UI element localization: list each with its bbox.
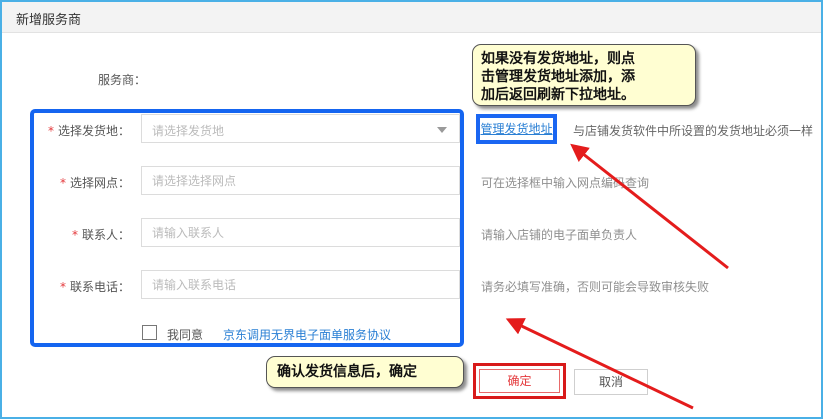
branch-input[interactable] [142,167,459,194]
agree-checkbox[interactable] [142,325,157,340]
ship-from-label: * 选择发货地： [30,122,130,139]
provider-label: 服务商： [97,73,146,87]
required-mark: * [47,124,54,138]
branch-label: * 选择网点： [30,174,130,191]
required-mark: * [59,176,66,190]
dialog-header: 新增服务商 [2,2,821,33]
confirm-button-label: 确定 [479,369,560,393]
ship-from-hint: 与店铺发货软件中所设置的发货地址必须一样 [573,124,814,138]
phone-hint: 请务必填写准确，否则可能会导致审核失败 [481,280,710,294]
required-mark: * [59,280,66,294]
callout-line: 加后返回刷新下拉地址。 [481,87,635,103]
ship-from-label-text: 选择发货地： [57,124,130,138]
agree-label: 我同意 [167,328,204,342]
branch-label-text: 选择网点： [69,176,130,190]
callout-line: 如果没有发货地址，则点 [481,51,635,67]
ship-from-placeholder: 请选择发货地 [152,124,225,138]
branch-hint: 可在选择框中输入网点编码查询 [481,176,650,190]
phone-label: * 联系电话： [30,278,130,295]
agreement-link[interactable]: 京东调用无界电子面单服务协议 [223,326,391,343]
dialog-title: 新增服务商 [16,13,82,28]
bottom-callout: 确认发货信息后，确定 [266,356,464,388]
phone-label-text: 联系电话： [69,280,130,294]
contact-input[interactable] [142,219,459,246]
cancel-button[interactable]: 取消 [574,369,648,395]
branch-field[interactable] [141,166,460,195]
contact-hint: 请输入店铺的电子面单负责人 [481,228,638,242]
chevron-down-icon [437,127,447,133]
required-mark: * [71,228,78,242]
contact-label: * 联系人： [30,226,130,243]
contact-field[interactable] [141,218,460,247]
manage-address-link[interactable]: 管理发货地址 [476,114,557,144]
confirm-button[interactable]: 确定 [473,363,566,399]
ship-from-select[interactable]: 请选择发货地 [141,114,460,143]
phone-input[interactable] [142,271,459,298]
phone-field[interactable] [141,270,460,299]
callout-line: 击管理发货地址添加，添 [481,69,635,85]
top-callout: 如果没有发货地址，则点 击管理发货地址添加，添 加后返回刷新下拉地址。 [472,44,696,106]
contact-label-text: 联系人： [81,228,130,242]
